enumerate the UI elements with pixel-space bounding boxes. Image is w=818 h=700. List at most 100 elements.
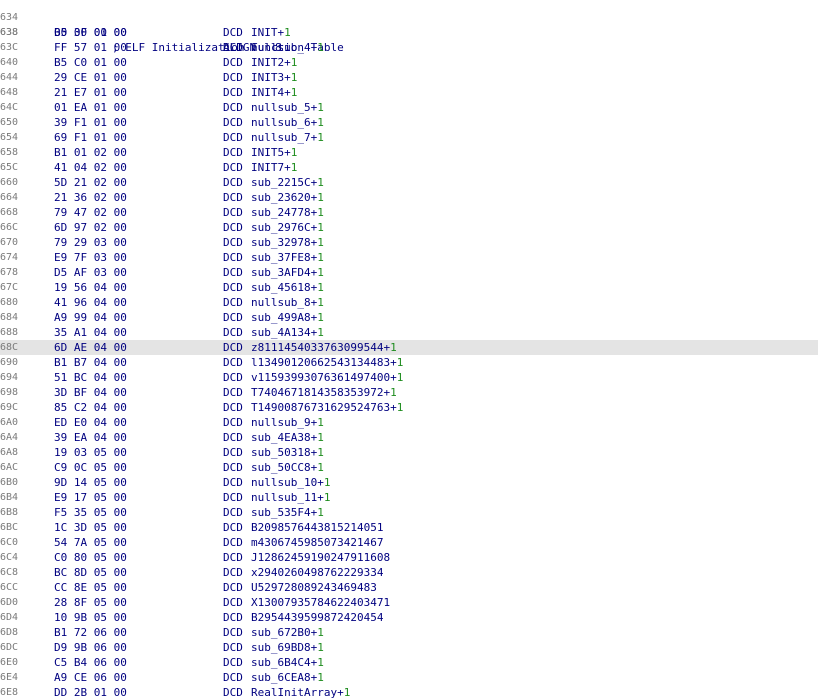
line-operand[interactable]: nullsub_5+1 [251, 100, 324, 115]
line-operand[interactable]: sub_50CC8+1 [251, 460, 324, 475]
symbol-reference[interactable]: sub_4EA38 [251, 431, 311, 444]
listing-line[interactable]: 690 B1 B7 04 00 DCD l13490120662543134483+1 [0, 355, 818, 370]
symbol-reference[interactable]: sub_69BD8 [251, 641, 311, 654]
line-operand[interactable]: sub_50318+1 [251, 445, 324, 460]
listing-line-selected[interactable]: 68C 6D AE 04 00 DCD z8111454033763099544+1 [0, 340, 818, 355]
line-operand[interactable]: INIT7+1 [251, 160, 297, 175]
symbol-reference[interactable]: INIT2 [251, 56, 284, 69]
listing-line[interactable]: 674 E9 7F 03 00 DCD sub_37FE8+1 [0, 250, 818, 265]
line-operand[interactable]: x2940260498762229334 [251, 565, 383, 580]
symbol-reference[interactable]: l13490120662543134483 [251, 356, 390, 369]
listing-line[interactable]: 63C FF 57 01 00 DCD nullsub_4+1 [0, 40, 818, 55]
line-operand[interactable]: sub_69BD8+1 [251, 640, 324, 655]
listing-line-align[interactable]: 634 00 00 00 00 ALIGN 8 [0, 0, 818, 54]
listing-line[interactable]: 694 51 BC 04 00 DCD v11593993076361497400+1 [0, 370, 818, 385]
listing-line[interactable]: 6A0 ED E0 04 00 DCD nullsub_9+1 [0, 415, 818, 430]
listing-line[interactable]: 644 29 CE 01 00 DCD INIT3+1 [0, 70, 818, 85]
line-operand[interactable]: T7404671814358353972+1 [251, 385, 397, 400]
symbol-reference[interactable]: nullsub_8 [251, 296, 311, 309]
listing-line[interactable]: 6B4 E9 17 05 00 DCD nullsub_11+1 [0, 490, 818, 505]
symbol-reference[interactable]: sub_672B0 [251, 626, 311, 639]
listing-line[interactable]: 654 69 F1 01 00 DCD nullsub_7+1 [0, 130, 818, 145]
symbol-reference[interactable]: J12862459190247911608 [251, 551, 390, 564]
listing-line[interactable]: 640 B5 C0 01 00 DCD INIT2+1 [0, 55, 818, 70]
symbol-reference[interactable]: sub_45618 [251, 281, 311, 294]
listing-line[interactable]: 658 B1 01 02 00 DCD INIT5+1 [0, 145, 818, 160]
symbol-reference[interactable]: sub_24778 [251, 206, 311, 219]
line-operand[interactable]: m4306745985073421467 [251, 535, 383, 550]
listing-line[interactable]: 6CC CC 8E 05 00 DCD U529728089243469483 [0, 580, 818, 595]
listing-line[interactable]: 638 B5 3F 01 00 DCD INIT+1 [0, 25, 818, 40]
line-operand[interactable]: B2098576443815214051 [251, 520, 383, 535]
listing-line[interactable]: 684 A9 99 04 00 DCD sub_499A8+1 [0, 310, 818, 325]
line-operand[interactable]: U529728089243469483 [251, 580, 377, 595]
disassembly-listing[interactable]: 634 00 00 00 00 ALIGN 8 638 ; ELF Initial… [0, 0, 818, 700]
listing-line[interactable]: 6C4 C0 80 05 00 DCD J12862459190247911608 [0, 550, 818, 565]
line-operand[interactable]: nullsub_4+1 [251, 40, 324, 55]
symbol-reference[interactable]: X13007935784622403471 [251, 596, 390, 609]
line-operand[interactable]: sub_2215C+1 [251, 175, 324, 190]
line-operand[interactable]: sub_6B4C4+1 [251, 655, 324, 670]
line-operand[interactable]: INIT3+1 [251, 70, 297, 85]
listing-line[interactable]: 6AC C9 0C 05 00 DCD sub_50CC8+1 [0, 460, 818, 475]
listing-line[interactable]: 670 79 29 03 00 DCD sub_32978+1 [0, 235, 818, 250]
symbol-reference[interactable]: sub_32978 [251, 236, 311, 249]
listing-line[interactable]: 65C 41 04 02 00 DCD INIT7+1 [0, 160, 818, 175]
line-operand[interactable]: nullsub_9+1 [251, 415, 324, 430]
symbol-reference[interactable]: T7404671814358353972 [251, 386, 383, 399]
listing-line[interactable]: 6A4 39 EA 04 00 DCD sub_4EA38+1 [0, 430, 818, 445]
symbol-reference[interactable]: sub_2215C [251, 176, 311, 189]
line-operand[interactable]: sub_2976C+1 [251, 220, 324, 235]
line-operand[interactable]: sub_672B0+1 [251, 625, 324, 640]
listing-line[interactable]: 680 41 96 04 00 DCD nullsub_8+1 [0, 295, 818, 310]
listing-line[interactable]: 66C 6D 97 02 00 DCD sub_2976C+1 [0, 220, 818, 235]
symbol-reference[interactable]: nullsub_7 [251, 131, 311, 144]
listing-line[interactable]: 6D4 10 9B 05 00 DCD B2954439599872420454 [0, 610, 818, 625]
listing-line[interactable]: 648 21 E7 01 00 DCD INIT4+1 [0, 85, 818, 100]
listing-line[interactable]: 6E8 DD 2B 01 00 DCD RealInitArray+1 [0, 685, 818, 700]
line-operand[interactable]: sub_32978+1 [251, 235, 324, 250]
symbol-reference[interactable]: sub_4A134 [251, 326, 311, 339]
symbol-reference[interactable]: INIT4 [251, 86, 284, 99]
line-operand[interactable]: sub_23620+1 [251, 190, 324, 205]
line-operand[interactable]: T14900876731629524763+1 [251, 400, 403, 415]
symbol-reference[interactable]: sub_6CEA8 [251, 671, 311, 684]
line-operand[interactable]: INIT5+1 [251, 145, 297, 160]
listing-line[interactable]: 698 3D BF 04 00 DCD T7404671814358353972+1 [0, 385, 818, 400]
listing-line[interactable]: 678 D5 AF 03 00 DCD sub_3AFD4+1 [0, 265, 818, 280]
line-operand[interactable]: nullsub_11+1 [251, 490, 330, 505]
symbol-reference[interactable]: INIT [251, 26, 278, 39]
symbol-reference[interactable]: nullsub_11 [251, 491, 317, 504]
listing-line[interactable]: 6C8 BC 8D 05 00 DCD x2940260498762229334 [0, 565, 818, 580]
symbol-reference[interactable]: INIT7 [251, 161, 284, 174]
listing-line[interactable]: 6D8 B1 72 06 00 DCD sub_672B0+1 [0, 625, 818, 640]
symbol-reference[interactable]: nullsub_10 [251, 476, 317, 489]
listing-line[interactable]: 660 5D 21 02 00 DCD sub_2215C+1 [0, 175, 818, 190]
line-operand[interactable]: sub_535F4+1 [251, 505, 324, 520]
symbol-reference[interactable]: B2098576443815214051 [251, 521, 383, 534]
symbol-reference[interactable]: nullsub_6 [251, 116, 311, 129]
symbol-reference[interactable]: sub_6B4C4 [251, 656, 311, 669]
symbol-reference[interactable]: sub_2976C [251, 221, 311, 234]
line-operand[interactable]: z8111454033763099544+1 [251, 340, 397, 355]
line-operand[interactable]: sub_3AFD4+1 [251, 265, 324, 280]
listing-line[interactable]: 6B8 F5 35 05 00 DCD sub_535F4+1 [0, 505, 818, 520]
line-operand[interactable]: v11593993076361497400+1 [251, 370, 403, 385]
symbol-reference[interactable]: nullsub_5 [251, 101, 311, 114]
line-operand[interactable]: nullsub_6+1 [251, 115, 324, 130]
line-operand[interactable]: B2954439599872420454 [251, 610, 383, 625]
symbol-reference[interactable]: z8111454033763099544 [251, 341, 383, 354]
line-operand[interactable]: sub_24778+1 [251, 205, 324, 220]
symbol-reference[interactable]: INIT5 [251, 146, 284, 159]
symbol-reference[interactable]: nullsub_4 [251, 41, 311, 54]
listing-line[interactable]: 6D0 28 8F 05 00 DCD X13007935784622403471 [0, 595, 818, 610]
symbol-reference[interactable]: INIT3 [251, 71, 284, 84]
listing-line[interactable]: 6B0 9D 14 05 00 DCD nullsub_10+1 [0, 475, 818, 490]
listing-line[interactable]: 64C 01 EA 01 00 DCD nullsub_5+1 [0, 100, 818, 115]
line-operand[interactable]: INIT+1 [251, 25, 291, 40]
line-operand[interactable]: nullsub_7+1 [251, 130, 324, 145]
line-operand[interactable]: INIT4+1 [251, 85, 297, 100]
listing-line[interactable]: 6E0 C5 B4 06 00 DCD sub_6B4C4+1 [0, 655, 818, 670]
symbol-reference[interactable]: sub_499A8 [251, 311, 311, 324]
line-operand[interactable]: sub_499A8+1 [251, 310, 324, 325]
